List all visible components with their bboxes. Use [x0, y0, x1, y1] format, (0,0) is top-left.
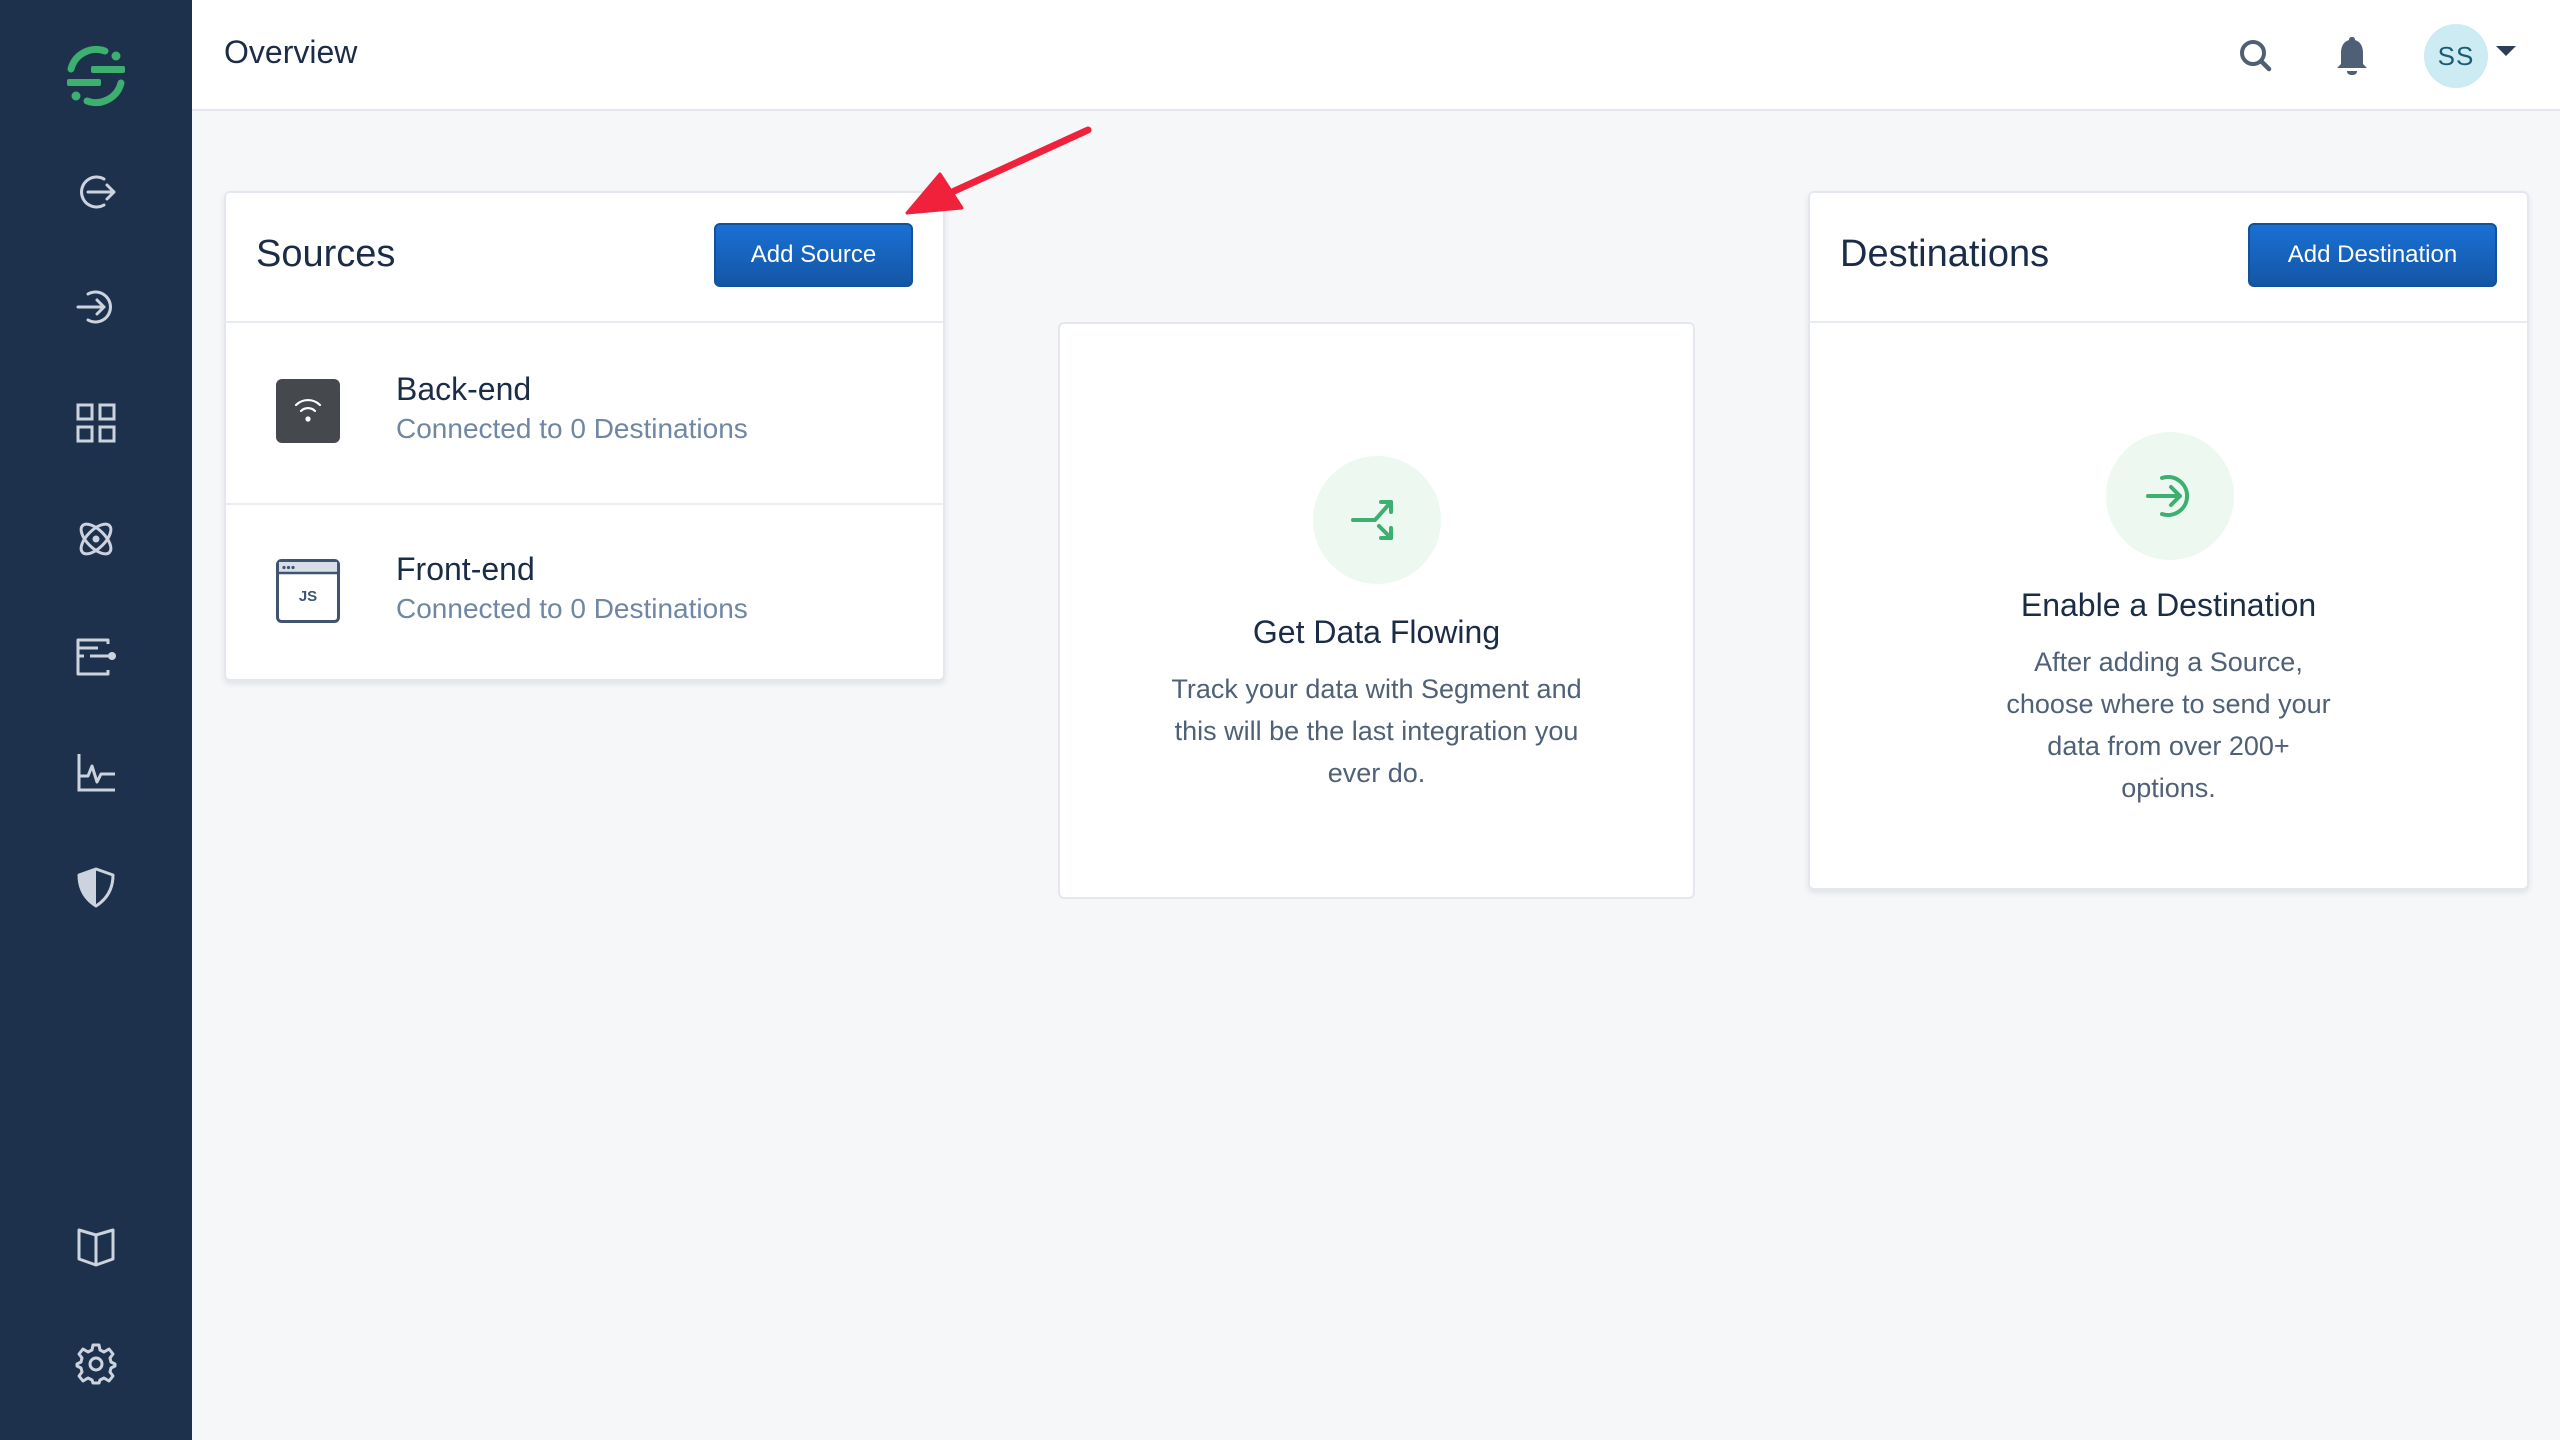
- javascript-window-icon: JS: [276, 559, 340, 623]
- destination-line: choose where to send your: [2006, 689, 2331, 719]
- source-item-front-end[interactable]: JS Front-end Connected to 0 Destinations: [226, 503, 943, 683]
- sidebar-item-docs[interactable]: [66, 1217, 126, 1277]
- source-status: Connected to 0 Destinations: [396, 413, 748, 444]
- destination-line: options.: [2121, 773, 2216, 803]
- exit-arrow-icon: [80, 175, 116, 209]
- get-data-flowing-card: Get Data Flowing Track your data with Se…: [1058, 322, 1695, 899]
- flow-line: this will be the last integration you: [1174, 716, 1579, 746]
- grid-icon: [76, 403, 116, 443]
- shield-icon: [77, 867, 115, 908]
- sidebar-item-sources[interactable]: [66, 162, 126, 222]
- flow-line: Track your data with Segment and: [1171, 674, 1582, 704]
- notifications-button[interactable]: [2324, 28, 2380, 84]
- js-label: JS: [299, 588, 317, 605]
- sources-card: Sources Add Source Back-end Connected to…: [224, 191, 945, 681]
- book-icon: [77, 1228, 115, 1267]
- sources-title: Sources: [256, 233, 396, 275]
- chevron-down-icon[interactable]: [2496, 46, 2516, 56]
- gear-icon: [75, 1343, 117, 1385]
- flow-line: ever do.: [1327, 758, 1426, 788]
- enable-destination-description: After adding a Source, choose where to s…: [1810, 641, 2527, 809]
- destination-line: After adding a Source,: [2034, 647, 2303, 677]
- destinations-card: Destinations Add Destination Enable a De…: [1808, 191, 2529, 890]
- source-name: Back-end: [396, 371, 532, 407]
- flow-title: Get Data Flowing: [1252, 614, 1501, 650]
- source-status: Connected to 0 Destinations: [396, 593, 748, 624]
- segment-logo-icon: [67, 45, 125, 107]
- enter-arrow-icon: [76, 290, 112, 324]
- sidebar: [0, 0, 192, 1440]
- flow-icon-circle: [1313, 456, 1441, 584]
- bell-icon: [2337, 37, 2367, 75]
- page-title: Overview: [224, 34, 358, 70]
- source-item-back-end[interactable]: Back-end Connected to 0 Destinations: [226, 323, 943, 505]
- sidebar-item-catalog[interactable]: [66, 393, 126, 453]
- search-icon: [2240, 40, 2272, 72]
- enter-arrow-icon: [2146, 475, 2190, 517]
- destination-line: data from over 200+: [2047, 731, 2290, 761]
- enable-destination-title: Enable a Destination: [2020, 587, 2317, 623]
- source-name: Front-end: [396, 551, 535, 587]
- atom-icon: [79, 522, 113, 556]
- destinations-card-header: Destinations Add Destination: [1810, 193, 2527, 323]
- destinations-title: Destinations: [1840, 233, 2050, 275]
- sidebar-item-monitoring[interactable]: [66, 742, 126, 802]
- sidebar-item-settings[interactable]: [66, 1333, 126, 1393]
- segment-logo[interactable]: [56, 40, 136, 112]
- sources-card-header: Sources Add Source: [226, 193, 943, 323]
- schema-icon: [76, 638, 116, 676]
- add-destination-button[interactable]: Add Destination: [2248, 223, 2497, 287]
- sidebar-item-destinations[interactable]: [66, 277, 126, 337]
- top-header: Overview SS: [192, 0, 2560, 111]
- search-button[interactable]: [2228, 28, 2284, 84]
- sidebar-item-protocols[interactable]: [66, 626, 126, 686]
- sidebar-item-personas[interactable]: [66, 509, 126, 569]
- sidebar-item-privacy[interactable]: [66, 857, 126, 917]
- add-source-button[interactable]: Add Source: [714, 223, 913, 287]
- destination-icon-circle: [2106, 432, 2234, 560]
- server-wifi-icon: [276, 379, 340, 443]
- flow-description: Track your data with Segment and this wi…: [1060, 668, 1693, 794]
- activity-chart-icon: [77, 754, 115, 792]
- user-avatar[interactable]: SS: [2424, 24, 2488, 88]
- split-arrows-icon: [1351, 500, 1393, 540]
